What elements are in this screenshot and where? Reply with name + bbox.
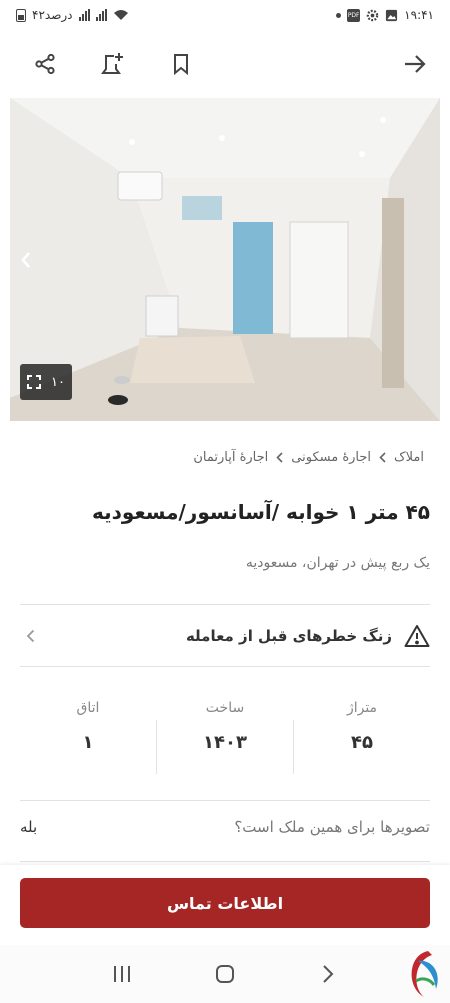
stat-value: ۱: [82, 732, 94, 753]
system-nav-bar: [0, 945, 450, 1003]
battery-icon: [16, 8, 26, 22]
stat-label: ساخت: [205, 700, 245, 716]
status-left: ۴۲درصد: [16, 8, 129, 22]
signal-icon-2: [95, 9, 107, 21]
warning-text: زنگ خطرهای قبل از معامله: [185, 627, 392, 645]
divider: [20, 861, 430, 862]
bookmark-button[interactable]: [166, 49, 196, 79]
warning-row[interactable]: زنگ خطرهای قبل از معامله: [20, 606, 430, 666]
chevron-left-icon: [276, 452, 283, 463]
image-icon: [386, 9, 398, 21]
question-answer: بله: [20, 818, 38, 836]
chevron-left-icon: [21, 252, 30, 268]
home-icon: [215, 965, 234, 983]
stat-label: متراژ: [346, 700, 378, 716]
stat-rooms: اتاق ۱: [20, 700, 156, 780]
divider: [20, 800, 430, 801]
top-toolbar: [0, 30, 450, 98]
status-right: PDF ۱۹:۴۱: [336, 8, 434, 22]
contact-info-button[interactable]: اطلاعات تماس: [20, 878, 430, 928]
watermark-logo: [411, 951, 438, 997]
recent-apps-icon: [113, 966, 130, 982]
warning-main: زنگ خطرهای قبل از معامله: [186, 624, 430, 648]
clock: ۱۹:۴۱: [404, 8, 434, 22]
add-note-button[interactable]: [98, 49, 128, 79]
listing-stats: متراژ ۴۵ ساخت ۱۴۰۳ اتاق ۱: [20, 700, 430, 780]
chevron-right-icon: [323, 965, 334, 983]
home-button[interactable]: [205, 954, 245, 994]
battery-text: ۴۲درصد: [32, 8, 73, 22]
nav-back-button[interactable]: [308, 954, 348, 994]
photo-count: ۱۰: [51, 374, 65, 390]
share-button[interactable]: [30, 49, 60, 79]
listing-photo[interactable]: ۱۰: [10, 98, 440, 421]
signal-icon: [78, 9, 90, 21]
stat-label: اتاق: [76, 700, 100, 716]
add-note-icon: [101, 53, 123, 74]
share-icon: [35, 53, 55, 75]
chevron-left-icon: [26, 629, 35, 643]
divider: [20, 666, 430, 667]
photo-count-badge[interactable]: ۱۰: [20, 364, 72, 400]
stat-area: متراژ ۴۵: [294, 700, 430, 780]
breadcrumb: املاک اجارهٔ مسکونی اجارهٔ آپارتمان: [193, 450, 424, 465]
bottom-action-bar: اطلاعات تماس: [0, 865, 450, 945]
toolbar-actions: [30, 49, 196, 79]
breadcrumb-item-amlak[interactable]: املاک: [394, 450, 424, 465]
stat-value: ۴۵: [351, 732, 373, 753]
warning-triangle-icon: [404, 625, 430, 647]
room-photo-image: [10, 98, 440, 421]
listing-subtitle: یک ربع پیش در تهران، مسعودیه: [245, 555, 430, 571]
wifi-icon: [113, 10, 128, 20]
divider: [20, 604, 430, 605]
recent-apps-button[interactable]: [102, 954, 142, 994]
question-text: تصویرها برای همین ملک است؟: [234, 818, 430, 836]
back-button[interactable]: [400, 49, 430, 79]
breadcrumb-item-apartment-rent[interactable]: اجارهٔ آپارتمان: [193, 450, 268, 465]
photo-prev-button[interactable]: [14, 246, 38, 274]
listing-title: ۴۵ متر ۱ خوابه /آسانسور/مسعودیه: [92, 500, 430, 524]
status-bar: ۴۲درصد PDF ۱۹:۴۱: [0, 0, 450, 30]
bookmark-icon: [174, 54, 188, 75]
pdf-icon: PDF: [347, 8, 361, 22]
stat-value: ۱۴۰۳: [203, 732, 247, 753]
settings-gear-icon: [366, 9, 379, 21]
chevron-left-icon: [379, 452, 386, 463]
notification-dot-icon: [336, 12, 342, 18]
back-arrow-icon: [405, 55, 426, 73]
breadcrumb-item-residential-rent[interactable]: اجارهٔ مسکونی: [291, 450, 371, 465]
fullscreen-icon: [27, 375, 42, 389]
stat-built-year: ساخت ۱۴۰۳: [157, 700, 293, 780]
photo-authenticity-row: تصویرها برای همین ملک است؟ بله: [20, 818, 430, 836]
